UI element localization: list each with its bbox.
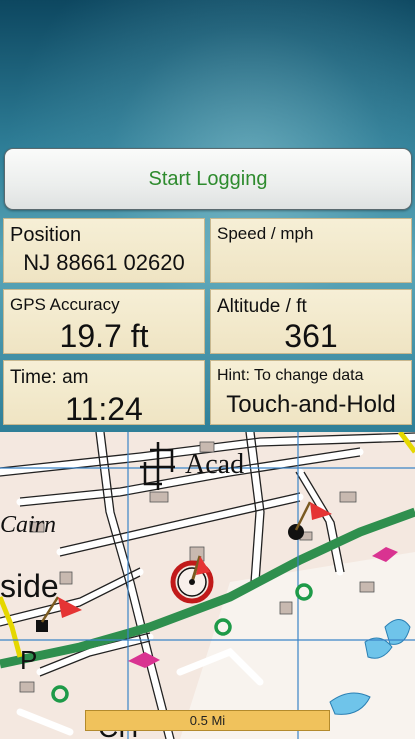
position-label: Position (10, 224, 82, 246)
position-tile[interactable]: Position NJ 88661 02620 (3, 218, 205, 283)
gps-accuracy-tile[interactable]: GPS Accuracy 19.7 ft (3, 289, 205, 354)
speed-label: Speed / mph (217, 224, 314, 243)
map-label-acad: Acad (185, 449, 244, 480)
hint-label: Hint: To change data (217, 367, 364, 384)
time-value: 11:24 (65, 391, 143, 427)
position-value: NJ 88661 02620 (23, 250, 185, 275)
hint-value: Touch-and-Hold (226, 391, 396, 418)
speed-tile[interactable]: Speed / mph (210, 218, 412, 283)
altitude-tile[interactable]: Altitude / ft 361 (210, 289, 412, 354)
map-label-cairn: Cairn (0, 512, 56, 538)
map-view[interactable]: Acad Cairn side P CH (0, 432, 415, 739)
gps-accuracy-label: GPS Accuracy (10, 295, 120, 314)
hint-tile[interactable]: Hint: To change data Touch-and-Hold (210, 360, 412, 425)
start-logging-button[interactable]: Start Logging (4, 148, 412, 210)
time-tile[interactable]: Time: am 11:24 (3, 360, 205, 427)
altitude-value: 361 (284, 318, 338, 354)
map-canvas: Acad Cairn side P CH (0, 432, 415, 739)
map-label-p: P (20, 645, 37, 675)
map-scale-bar: 0.5 Mi (85, 710, 330, 731)
scale-label: 0.5 Mi (189, 713, 226, 728)
altitude-label: Altitude / ft (217, 296, 307, 317)
time-label: Time: am (10, 367, 89, 388)
map-label-side: side (0, 568, 59, 604)
start-logging-label: Start Logging (148, 167, 268, 190)
gps-accuracy-value: 19.7 ft (59, 318, 149, 354)
